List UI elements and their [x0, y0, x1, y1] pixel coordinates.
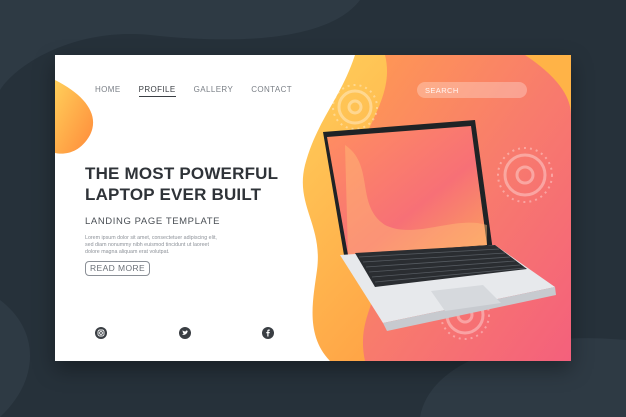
main-nav: HOME PROFILE GALLERY CONTACT: [95, 85, 292, 97]
twitter-icon[interactable]: [179, 327, 191, 339]
hero-subtitle: LANDING PAGE TEMPLATE: [85, 216, 221, 227]
nav-gallery[interactable]: GALLERY: [194, 85, 234, 97]
nav-contact[interactable]: CONTACT: [251, 85, 292, 97]
facebook-icon[interactable]: [262, 327, 274, 339]
landing-card: HOME PROFILE GALLERY CONTACT THE MOST PO…: [55, 55, 571, 361]
decorative-gradient-shapes: [55, 55, 571, 361]
search-input[interactable]: [417, 82, 527, 98]
read-more-button[interactable]: READ MORE: [85, 261, 151, 276]
instagram-icon[interactable]: [95, 327, 107, 339]
nav-home[interactable]: HOME: [95, 85, 121, 97]
hero-title: THE MOST POWERFUL LAPTOP EVER BUILT: [85, 164, 278, 204]
nav-profile[interactable]: PROFILE: [138, 85, 176, 97]
hero-body-text: Lorem ipsum dolor sit amet, consectetuer…: [85, 235, 217, 255]
